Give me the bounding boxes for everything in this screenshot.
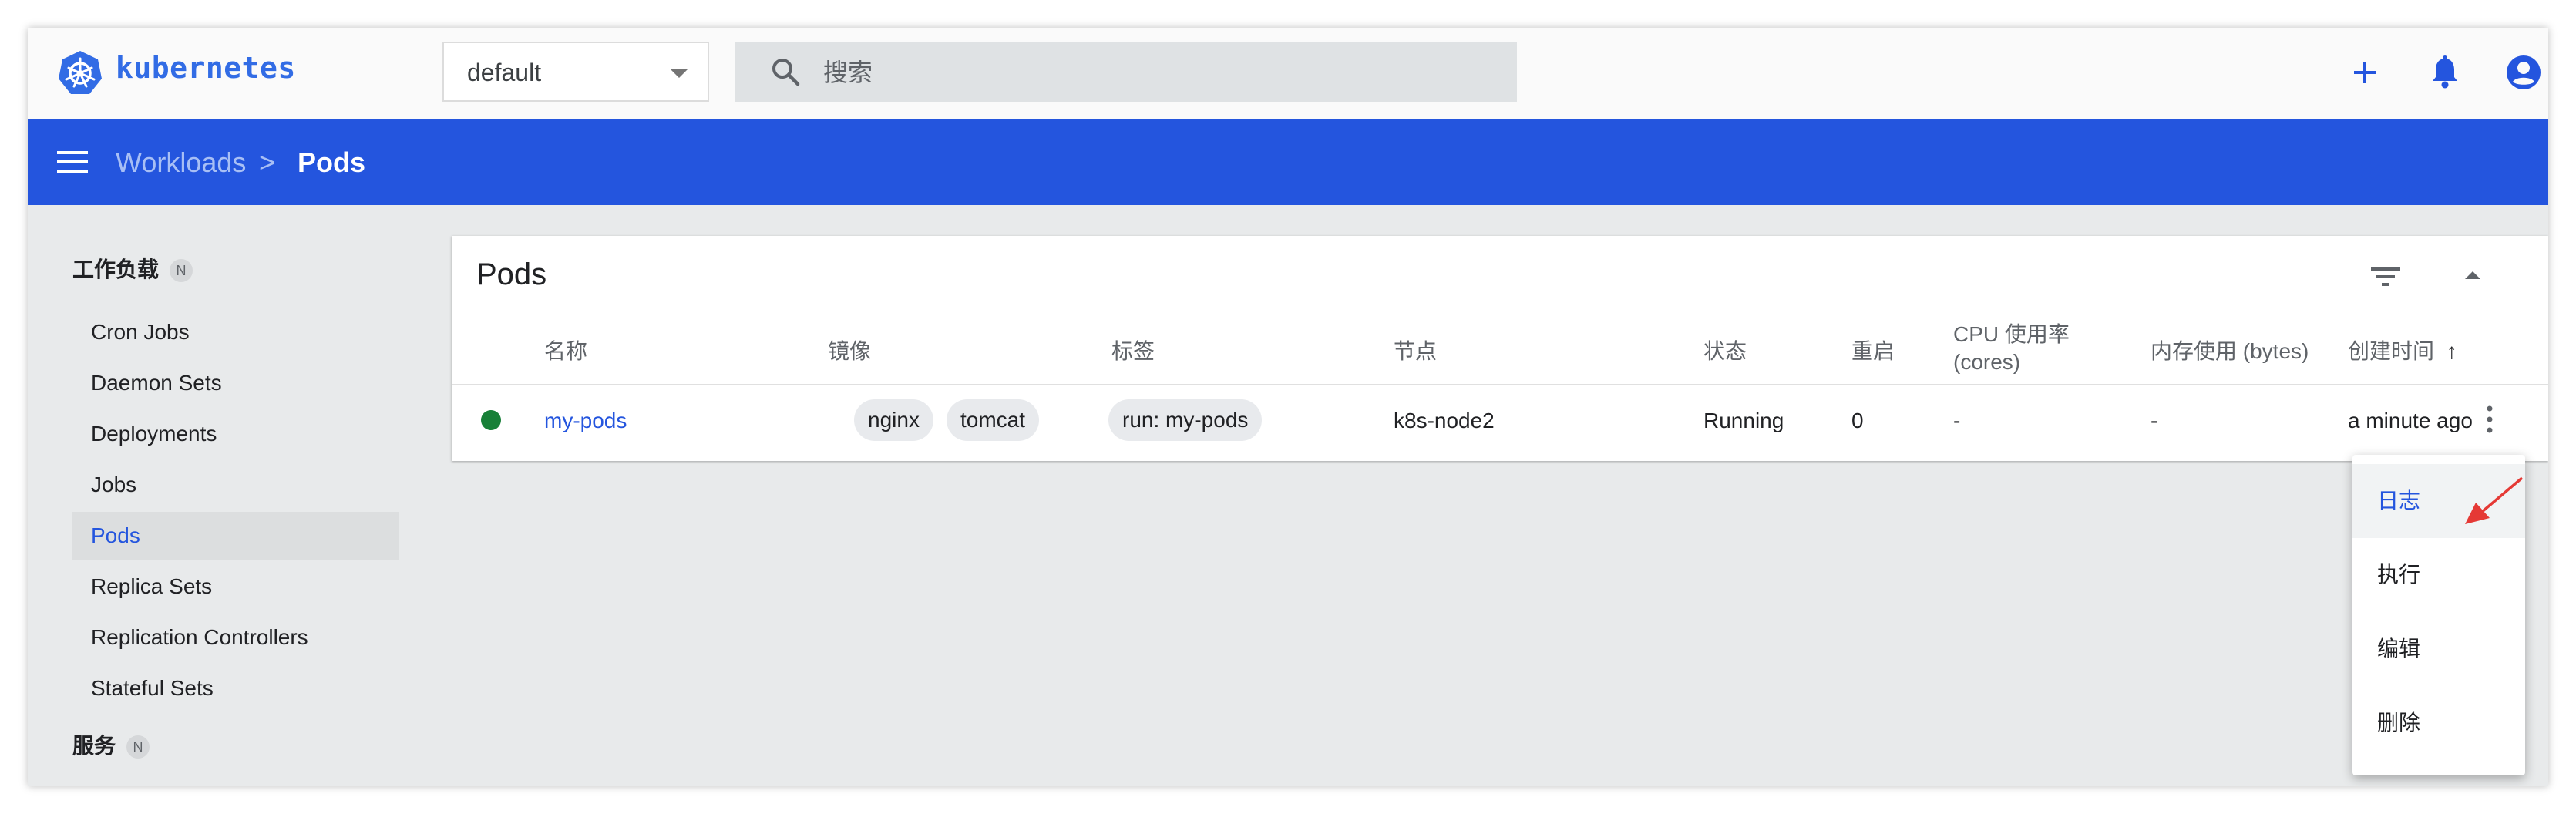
column-header-status: 状态 (1703, 339, 1747, 363)
kubernetes-logo-icon[interactable] (57, 49, 103, 96)
menu-item-delete[interactable]: 删除 (2352, 686, 2525, 760)
sidebar: 工作负载 N Cron Jobs Daemon Sets Deployments … (28, 205, 444, 786)
menu-item-edit[interactable]: 编辑 (2352, 612, 2525, 686)
sidebar-heading-services[interactable]: 服务 N (72, 729, 150, 760)
menu-item-exec[interactable]: 执行 (2352, 538, 2525, 612)
app-logo-text[interactable]: kubernetes (116, 51, 296, 85)
app-window: kubernetes default 搜索 Workloads > Pods 工… (28, 28, 2548, 786)
image-chip: tomcat (947, 399, 1040, 441)
sidebar-item-replication-controllers[interactable]: Replication Controllers (72, 614, 399, 661)
sidebar-heading-label: 服务 (72, 734, 116, 758)
namespaced-badge: N (126, 735, 150, 758)
column-header-node: 节点 (1394, 339, 1438, 363)
search-input[interactable] (822, 52, 1488, 92)
namespaced-badge: N (170, 259, 193, 282)
breadcrumb-current: Pods (298, 146, 366, 178)
sort-arrow-icon: ↑ (2446, 339, 2457, 363)
sidebar-item-daemon-sets[interactable]: Daemon Sets (72, 359, 399, 407)
namespace-value: default (467, 59, 542, 86)
menu-icon[interactable] (57, 148, 88, 176)
sidebar-heading-workloads[interactable]: 工作负载 N (72, 253, 193, 284)
node-value: k8s-node2 (1394, 409, 1495, 432)
page-header: Workloads > Pods (28, 119, 2548, 205)
label-chip: run: my-pods (1108, 399, 1263, 441)
breadcrumb-workloads[interactable]: Workloads (116, 146, 246, 179)
column-header-memory: 内存使用 (bytes) (2151, 339, 2309, 363)
column-header-restarts: 重启 (1851, 339, 1895, 363)
card-title: Pods (476, 257, 547, 291)
sidebar-heading-label: 工作负载 (72, 257, 160, 281)
restarts-value: 0 (1851, 409, 1864, 432)
sidebar-item-jobs[interactable]: Jobs (72, 461, 399, 509)
header-divider (452, 384, 2548, 385)
top-toolbar: kubernetes default (28, 28, 2548, 119)
sidebar-item-stateful-sets[interactable]: Stateful Sets (72, 664, 399, 712)
sidebar-item-replica-sets[interactable]: Replica Sets (72, 563, 399, 610)
created-header-label: 创建时间 (2348, 339, 2435, 363)
status-value: Running (1703, 409, 1784, 432)
column-header-created[interactable]: 创建时间 ↑ (2348, 335, 2457, 365)
cpu-value: - (1953, 409, 1961, 432)
breadcrumb-separator: > (259, 146, 276, 178)
namespace-select[interactable]: default (442, 42, 709, 102)
image-chip: nginx (854, 399, 933, 441)
sidebar-item-pods[interactable]: Pods (72, 512, 399, 560)
sidebar-item-cron-jobs[interactable]: Cron Jobs (72, 308, 399, 356)
search-icon (772, 59, 800, 86)
add-icon[interactable] (2345, 52, 2385, 92)
column-header-cpu: CPU 使用率 (cores) (1953, 321, 2070, 376)
column-header-images: 镜像 (828, 339, 872, 363)
memory-value: - (2151, 409, 2158, 432)
cpu-header-line2: (cores) (1953, 350, 2021, 374)
column-header-name[interactable]: 名称 (544, 335, 587, 365)
account-icon[interactable] (2504, 52, 2544, 92)
annotation-arrow-icon (2465, 476, 2524, 524)
pods-card: Pods 名称 镜像 标签 节点 状态 重启 CPU 使用率 (cores) 内… (452, 236, 2548, 461)
bell-icon[interactable] (2425, 52, 2465, 92)
collapse-icon[interactable] (2463, 270, 2482, 281)
more-vert-icon[interactable] (2484, 402, 2496, 436)
search-bar[interactable] (735, 42, 1517, 102)
sidebar-item-deployments[interactable]: Deployments (72, 410, 399, 458)
filter-icon[interactable] (2369, 264, 2402, 290)
chevron-down-icon (671, 69, 688, 78)
column-header-labels: 标签 (1111, 339, 1155, 363)
cpu-header-line1: CPU 使用率 (1953, 322, 2070, 346)
created-value: a minute ago (2348, 409, 2473, 432)
status-ok-icon (481, 410, 501, 430)
pod-name-link[interactable]: my-pods (544, 409, 627, 433)
